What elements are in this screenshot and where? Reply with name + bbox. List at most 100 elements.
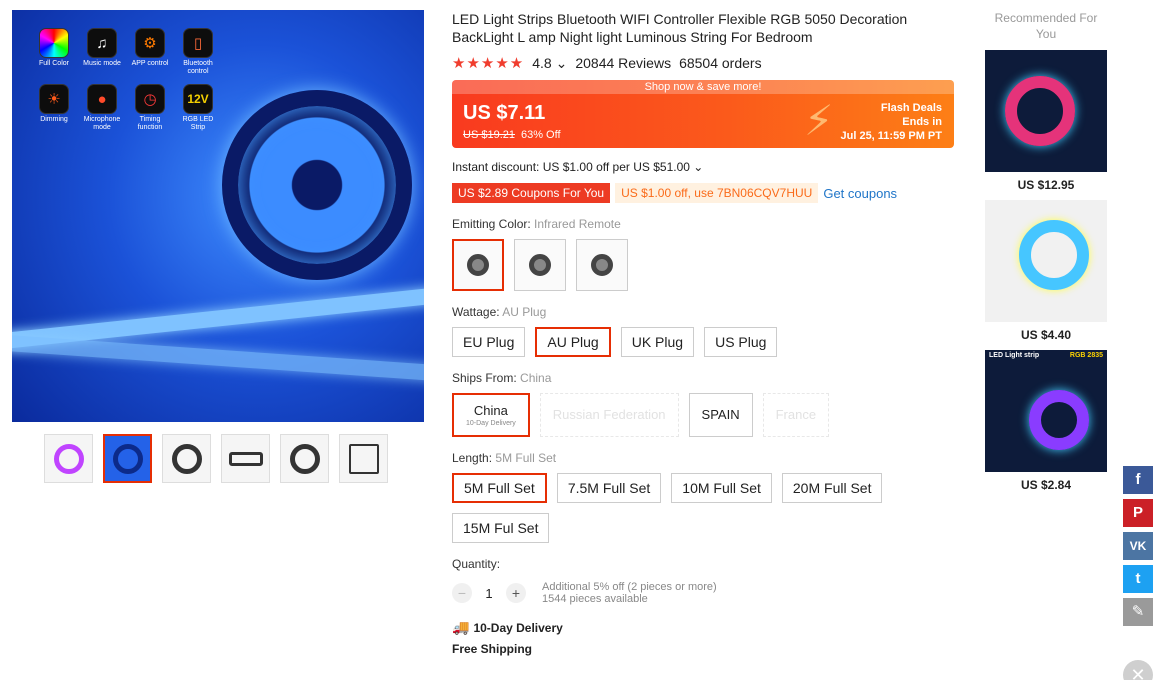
feature-label: Timing function (137, 116, 163, 131)
pinterest-share-icon[interactable]: P (1123, 499, 1153, 527)
feature-label: Microphone mode (83, 116, 121, 131)
feature-label: Music mode (83, 60, 121, 67)
thumbnail-6[interactable] (339, 434, 388, 483)
12v-badge-icon: 12V (183, 84, 213, 114)
color-option-1[interactable] (452, 239, 504, 291)
flash-deal-ends-label: Ends in (902, 116, 942, 128)
quantity-label: Quantity: (452, 557, 501, 571)
length-option-15m[interactable]: 15M Ful Set (452, 513, 550, 543)
feature-dimming: ☀ Dimming (32, 84, 76, 124)
feature-app: ⚙ APP control (128, 28, 172, 68)
recommended-item-image[interactable]: LED Light strip RGB 2835 (985, 350, 1107, 472)
get-coupons-link[interactable]: Get coupons (823, 186, 897, 201)
led-reel-graphic (222, 90, 412, 280)
feature-label: RGB LED Strip (182, 116, 214, 131)
quantity-input[interactable]: 1 (482, 586, 496, 601)
ships-option-china-label: China (473, 402, 508, 418)
app-icon: ⚙ (135, 28, 165, 58)
feature-label: Full Color (39, 60, 69, 67)
product-title: LED Light Strips Bluetooth WIFI Controll… (452, 11, 908, 45)
edit-pencil-icon[interactable]: ✎ (1123, 598, 1153, 626)
reco-img-label: RGB 2835 (1069, 352, 1103, 359)
wattage-option-uk[interactable]: UK Plug (620, 327, 695, 357)
thumbnail-1[interactable] (44, 434, 93, 483)
facebook-share-icon[interactable]: f (1123, 466, 1153, 494)
rating-row: ★★★★★ 4.8 ⌄ 20844 Reviews 68504 orders (452, 54, 952, 73)
recommended-item-price: US $2.84 (1020, 478, 1072, 492)
ships-option-france[interactable]: France (762, 393, 830, 437)
ships-option-russia[interactable]: Russian Federation (539, 393, 679, 437)
feature-bluetooth: ▯ Bluetooth control (176, 28, 220, 76)
flash-deal-timer: Flash Deals Ends in Jul 25, 11:59 PM PT (841, 101, 943, 143)
feature-microphone: ● Microphone mode (80, 84, 124, 132)
recommended-item[interactable]: LED Light strip RGB 2835 US $2.84 (985, 350, 1107, 492)
ships-option-china[interactable]: China 10-Day Delivery (452, 393, 530, 437)
recommended-item-image[interactable] (985, 200, 1107, 322)
recommended-title: Recommended For You (994, 11, 1098, 41)
phone-icon: ▯ (183, 28, 213, 58)
thumbnail-2[interactable] (103, 434, 152, 483)
lightning-bolt-icon: ⚡ (804, 97, 834, 144)
vk-share-icon[interactable]: VK (1123, 532, 1153, 560)
microphone-icon: ● (87, 84, 117, 114)
stock-available: 1544 pieces available (542, 593, 648, 605)
main-product-image[interactable]: Full Color ♫ Music mode ⚙ APP control ▯ … (12, 10, 424, 422)
length-option-20m[interactable]: 20M Full Set (781, 473, 883, 503)
star-rating-icon: ★★★★★ (452, 55, 525, 72)
delivery-info: 🚚 10-Day Delivery (452, 619, 952, 636)
recommended-item-price: US $12.95 (1017, 178, 1075, 192)
ships-from-label: Ships From: China (452, 371, 552, 385)
wattage-option-us[interactable]: US Plug (704, 327, 778, 357)
delivery-truck-icon: 🚚 (452, 619, 470, 635)
twitter-share-icon[interactable]: t (1123, 565, 1153, 593)
recommended-panel: Recommended For You US $12.95 US $4.40 L… (985, 10, 1107, 492)
original-price: US $19.21 63% Off (463, 129, 561, 141)
recommended-item[interactable]: US $12.95 (985, 50, 1107, 192)
wattage-options: EU Plug AU Plug UK Plug US Plug (452, 327, 952, 357)
feature-full-color: Full Color (32, 28, 76, 68)
thumbnail-strip (44, 434, 388, 483)
coupon-code-badge[interactable]: US $1.00 off, use 7BN06CQV7HUU (615, 183, 819, 203)
reviews-link[interactable]: 20844 Reviews (575, 55, 671, 71)
free-shipping-label: Free Shipping (452, 642, 533, 656)
feature-music: ♫ Music mode (80, 28, 124, 68)
instant-discount[interactable]: Instant discount: US $1.00 off per US $5… (452, 160, 952, 174)
length-option-7-5m[interactable]: 7.5M Full Set (556, 473, 662, 503)
quantity-decrease-button[interactable]: − (452, 583, 472, 603)
ships-from-options: China 10-Day Delivery Russian Federation… (452, 393, 952, 437)
wattage-option-au[interactable]: AU Plug (535, 327, 611, 357)
close-icon[interactable]: ✕ (1123, 660, 1153, 680)
quantity-note: Additional 5% off (2 pieces or more) 154… (542, 581, 717, 605)
reco-img-label: LED Light strip (989, 352, 1040, 359)
recommended-item[interactable]: US $4.40 (985, 200, 1107, 342)
wattage-option-eu[interactable]: EU Plug (452, 327, 526, 357)
recommended-item-image[interactable] (985, 50, 1107, 172)
length-option-10m[interactable]: 10M Full Set (671, 473, 772, 503)
current-price: US $7.11 (463, 102, 546, 124)
thumbnail-3[interactable] (162, 434, 211, 483)
ships-option-spain[interactable]: SPAIN (688, 393, 753, 437)
ships-option-label: France (775, 407, 817, 422)
feature-label: Dimming (40, 116, 68, 123)
flash-deal-price-box: Shop now & save more! US $7.11 US $19.21… (452, 80, 954, 148)
coupon-row: US $2.89 Coupons For You US $1.00 off, u… (452, 183, 952, 203)
ships-option-china-sub: 10-Day Delivery (466, 419, 516, 427)
delivery-label: 10-Day Delivery (473, 620, 563, 635)
flash-deal-title: Flash Deals (880, 102, 942, 114)
store-coupon-badge[interactable]: US $2.89 Coupons For You (452, 183, 611, 203)
color-option-2[interactable] (514, 239, 566, 291)
bulk-discount-note: Additional 5% off (2 pieces or more) (542, 581, 717, 593)
price-banner: Shop now & save more! (452, 80, 954, 94)
thumbnail-5[interactable] (280, 434, 329, 483)
ships-option-label: Russian Federation (552, 407, 666, 422)
quantity-stepper: − 1 + Additional 5% off (2 pieces or mor… (452, 581, 952, 605)
orders-count: 68504 orders (679, 55, 762, 71)
rating-value[interactable]: 4.8 ⌄ (532, 55, 567, 72)
quantity-increase-button[interactable]: + (506, 583, 526, 603)
length-option-5m[interactable]: 5M Full Set (452, 473, 547, 503)
emitting-color-options (452, 239, 952, 291)
feature-rgb-strip: 12V RGB LED Strip (176, 84, 220, 132)
feature-label: Bluetooth control (183, 60, 213, 75)
color-option-3[interactable] (576, 239, 628, 291)
thumbnail-4[interactable] (221, 434, 270, 483)
